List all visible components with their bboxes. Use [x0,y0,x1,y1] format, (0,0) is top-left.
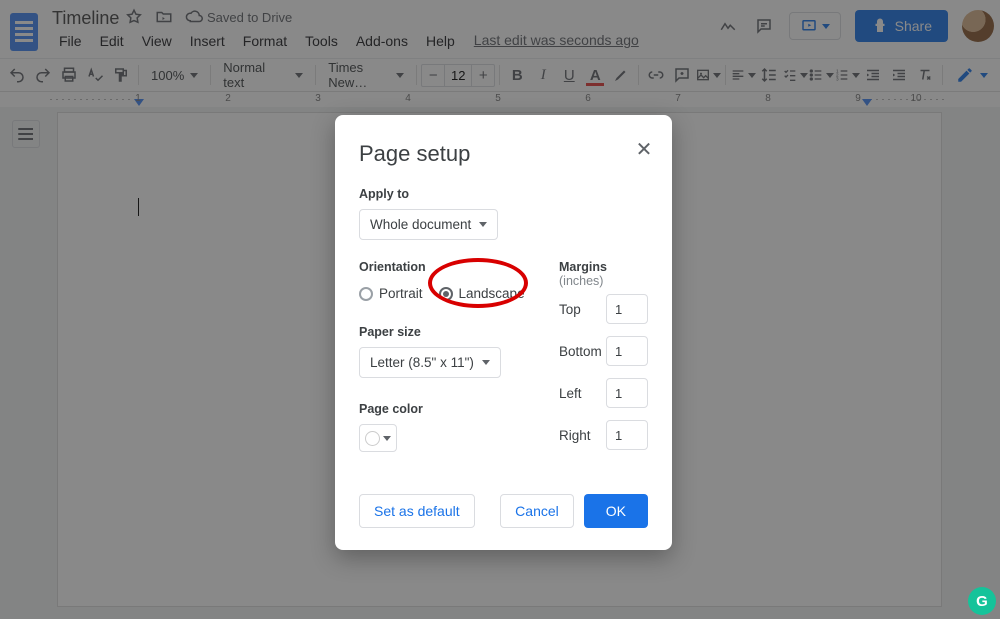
margin-top-label: Top [559,302,581,317]
page-color-select[interactable] [359,424,397,452]
margin-left-label: Left [559,386,582,401]
margin-bottom-input[interactable] [606,336,648,366]
chevron-down-icon [383,436,391,441]
chevron-down-icon [482,360,490,365]
orientation-landscape-radio[interactable]: Landscape [439,286,525,301]
cancel-button[interactable]: Cancel [500,494,574,528]
margin-right-label: Right [559,428,591,443]
radio-icon [439,287,453,301]
page-color-label: Page color [359,402,529,416]
grammarly-icon[interactable]: G [968,587,996,615]
orientation-portrait-radio[interactable]: Portrait [359,286,423,301]
landscape-label: Landscape [459,286,525,301]
color-swatch-icon [365,431,380,446]
chevron-down-icon [479,222,487,227]
margin-right-input[interactable] [606,420,648,450]
apply-to-label: Apply to [359,187,648,201]
margins-label: Margins (inches) [559,260,648,288]
margin-top-input[interactable] [606,294,648,324]
apply-to-select[interactable]: Whole document [359,209,498,240]
page-setup-dialog: Page setup ✕ Apply to Whole document Ori… [335,115,672,550]
set-as-default-button[interactable]: Set as default [359,494,475,528]
paper-size-value: Letter (8.5" x 11") [370,355,474,370]
orientation-label: Orientation [359,260,529,274]
close-icon[interactable]: ✕ [632,137,656,161]
portrait-label: Portrait [379,286,423,301]
margin-bottom-label: Bottom [559,344,602,359]
margin-left-input[interactable] [606,378,648,408]
ok-button[interactable]: OK [584,494,648,528]
apply-to-value: Whole document [370,217,471,232]
paper-size-select[interactable]: Letter (8.5" x 11") [359,347,501,378]
dialog-title: Page setup [359,141,648,167]
paper-size-label: Paper size [359,325,529,339]
radio-icon [359,287,373,301]
